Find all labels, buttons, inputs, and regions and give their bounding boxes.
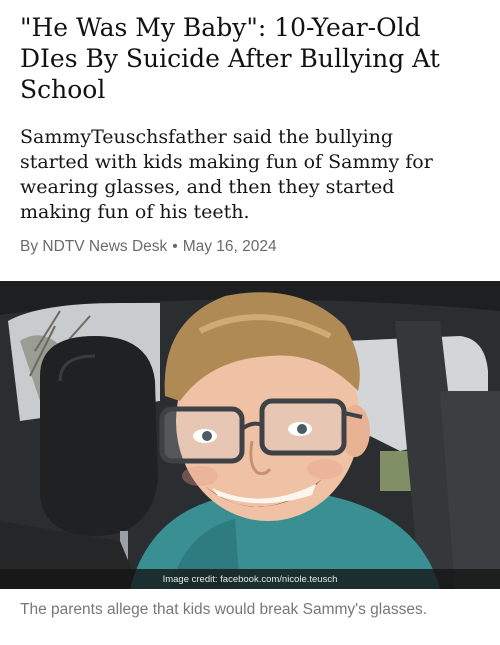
byline-separator: • bbox=[172, 238, 178, 255]
article-summary: SammyTeuschsfather said the bullying sta… bbox=[20, 126, 433, 223]
article-headline: "He Was My Baby": 10-Year-Old DIes By Su… bbox=[20, 13, 440, 104]
seat-headrest bbox=[40, 336, 158, 536]
photo-illustration bbox=[0, 281, 500, 589]
image-credit-text: Image credit: facebook.com/nicole.teusch bbox=[162, 574, 338, 585]
image-credit-bar: Image credit: facebook.com/nicole.teusch bbox=[0, 569, 500, 589]
news-article: "He Was My Baby": 10-Year-Old DIes By Su… bbox=[0, 0, 500, 645]
article-photo[interactable]: Image credit: facebook.com/nicole.teusch bbox=[0, 281, 500, 589]
byline-date: May 16, 2024 bbox=[182, 238, 277, 255]
image-caption: The parents allege that kids would break… bbox=[20, 601, 428, 618]
byline-author-link[interactable]: By NDTV News Desk bbox=[20, 238, 167, 255]
article-byline: By NDTV News Desk • May 16, 2024 bbox=[20, 237, 277, 257]
